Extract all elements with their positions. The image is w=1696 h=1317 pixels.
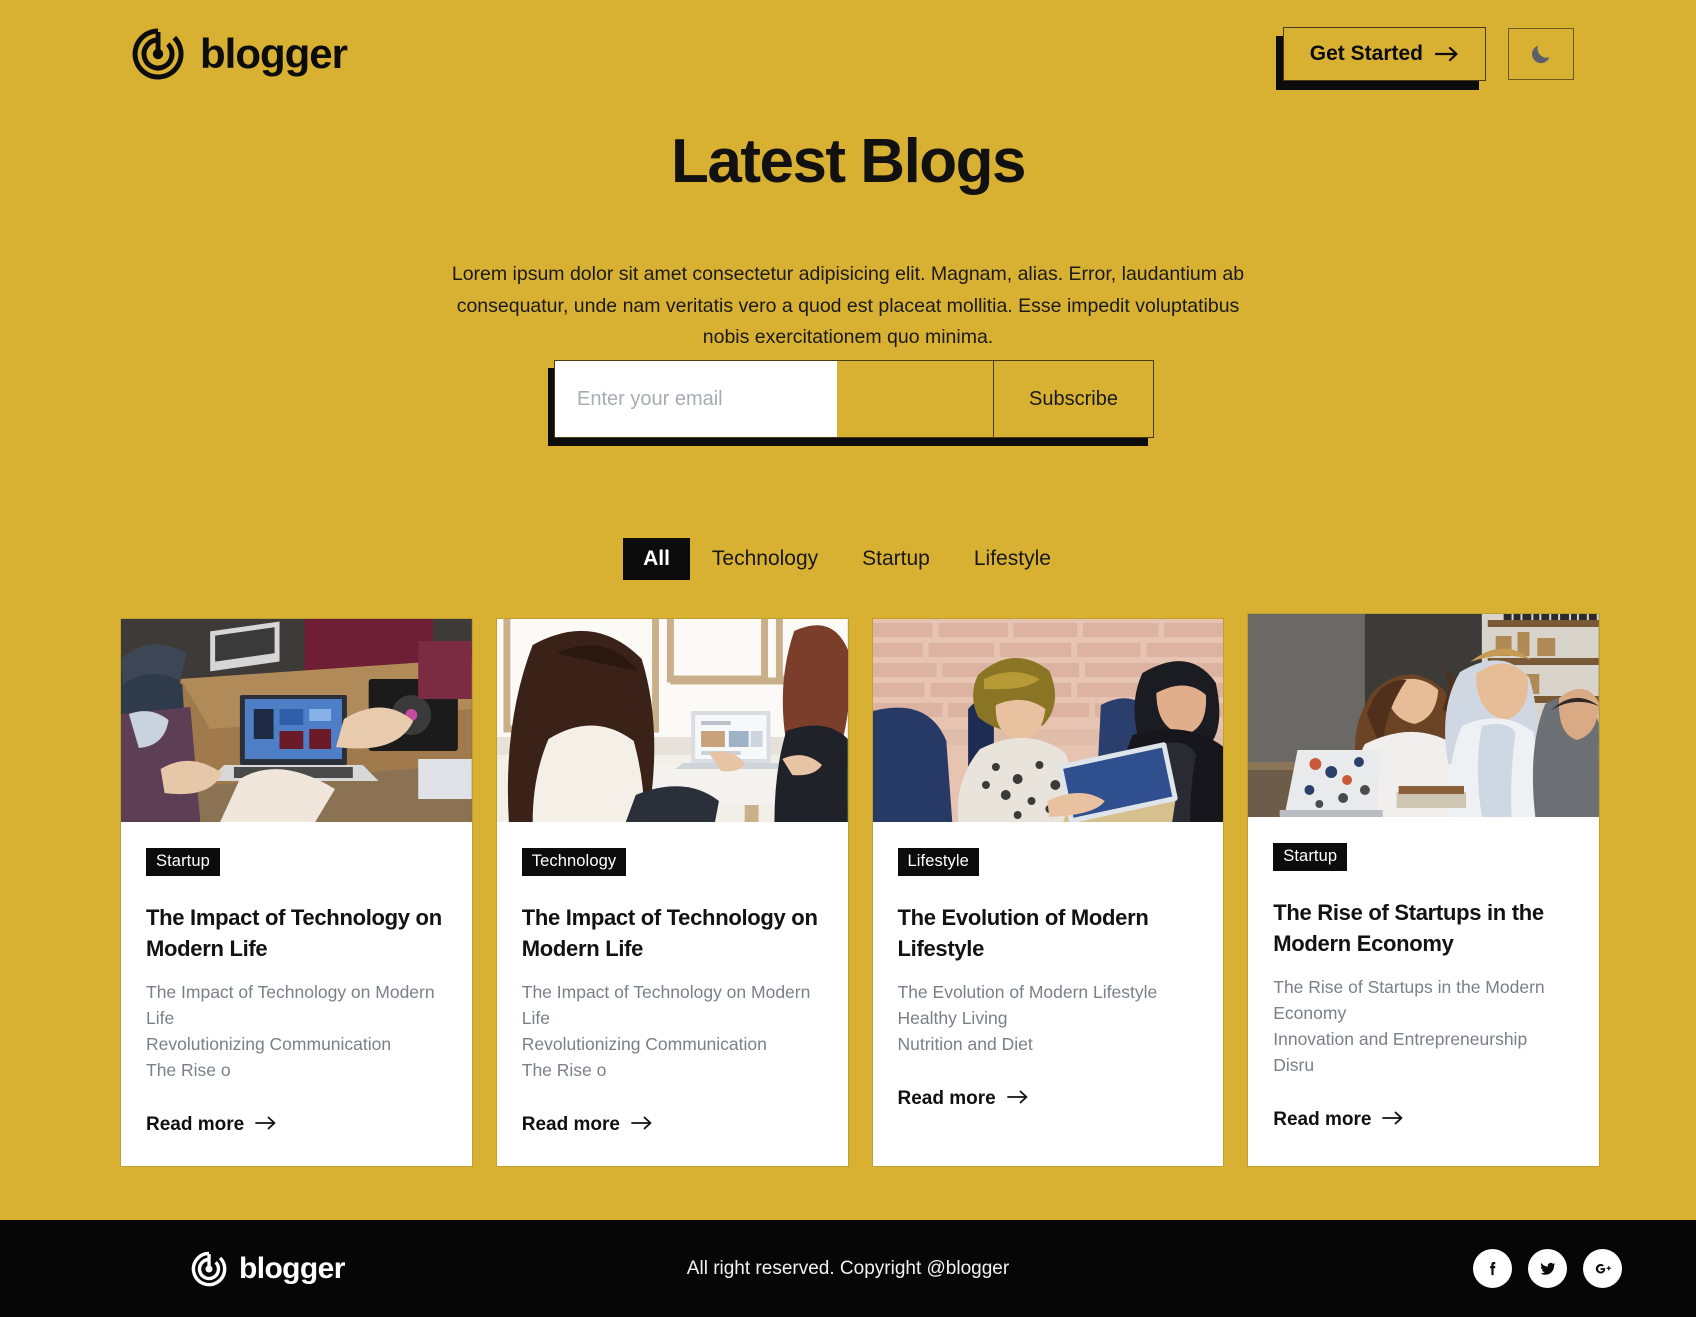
brand-name: blogger (200, 30, 348, 77)
arrow-right-icon (255, 1114, 277, 1136)
filter-tab-startup[interactable]: Startup (840, 538, 952, 580)
target-power-icon (190, 1250, 228, 1288)
card-image (872, 619, 1224, 822)
card-category-badge: Startup (146, 848, 220, 876)
filter-tab-technology[interactable]: Technology (690, 538, 840, 580)
card-category-badge: Lifestyle (897, 848, 979, 876)
footer-brand-logo[interactable]: blogger (190, 1250, 345, 1288)
moon-icon (1529, 42, 1553, 66)
read-more-link[interactable]: Read more (522, 1114, 823, 1136)
card-body: Lifestyle The Evolution of Modern Lifest… (873, 822, 1224, 1166)
subscribe-spacer (837, 361, 993, 437)
get-started-wrapper: Get Started (1275, 27, 1486, 90)
card-excerpt: The Evolution of Modern Lifestyle Health… (897, 982, 1158, 1055)
facebook-icon[interactable] (1473, 1249, 1512, 1288)
card-body: Technology The Impact of Technology on M… (497, 822, 848, 1166)
target-power-icon (130, 26, 186, 82)
site-header: blogger Get Started (0, 0, 1696, 108)
email-input[interactable] (555, 361, 837, 437)
card-body: Startup The Impact of Technology on Mode… (121, 822, 472, 1166)
arrow-right-icon (1435, 46, 1459, 62)
card-image (1248, 614, 1599, 817)
card-excerpt: The Impact of Technology on Modern Life … (146, 982, 435, 1081)
hero-section: Latest Blogs Lorem ipsum dolor sit amet … (0, 108, 1696, 354)
page-root: blogger Get Started Latest Blogs Lorem i… (0, 0, 1696, 1317)
card-title: The Rise of Startups in the Modern Econo… (1273, 900, 1544, 957)
page-title: Latest Blogs (670, 127, 1027, 196)
blog-card[interactable]: Technology The Impact of Technology on M… (495, 618, 849, 1168)
footer-brand-name: blogger (239, 1251, 345, 1285)
card-image (496, 619, 848, 822)
card-title: The Impact of Technology on Modern Life (521, 905, 818, 962)
card-title: The Impact of Technology on Modern Life (146, 905, 442, 962)
blog-card-grid: Startup The Impact of Technology on Mode… (120, 613, 1600, 1168)
arrow-right-icon (1382, 1109, 1404, 1131)
site-footer: blogger All right reserved. Copyright @b… (0, 1220, 1696, 1317)
subscribe-button[interactable]: Subscribe (993, 361, 1153, 437)
get-started-label: Get Started (1309, 42, 1423, 65)
category-filter-bar: All Technology Startup Lifestyle (0, 538, 1696, 580)
blog-card[interactable]: Startup The Rise of Startups in the Mode… (1247, 613, 1600, 1168)
filter-tab-all[interactable]: All (623, 538, 690, 580)
arrow-right-icon (631, 1114, 653, 1136)
card-excerpt: The Impact of Technology on Modern Life … (521, 982, 811, 1081)
google-plus-icon[interactable] (1583, 1249, 1622, 1288)
card-body: Startup The Rise of Startups in the Mode… (1248, 817, 1599, 1166)
subscribe-box: Subscribe (554, 360, 1154, 438)
blog-card[interactable]: Startup The Impact of Technology on Mode… (120, 618, 473, 1168)
card-category-badge: Technology (521, 848, 627, 876)
get-started-button[interactable]: Get Started (1282, 27, 1486, 81)
subscribe-form: Subscribe (548, 360, 1154, 446)
brand-logo[interactable]: blogger (130, 26, 348, 82)
filter-tab-lifestyle[interactable]: Lifestyle (952, 538, 1073, 580)
arrow-right-icon (1006, 1088, 1029, 1110)
read-more-link[interactable]: Read more (898, 1088, 1199, 1110)
twitter-icon[interactable] (1528, 1249, 1567, 1288)
theme-toggle-button[interactable] (1508, 28, 1574, 80)
blog-card[interactable]: Lifestyle The Evolution of Modern Lifest… (871, 618, 1225, 1168)
read-more-label: Read more (521, 1114, 620, 1136)
header-actions: Get Started (1275, 27, 1574, 90)
read-more-label: Read more (897, 1088, 996, 1110)
card-image (121, 619, 472, 822)
card-category-badge: Startup (1273, 843, 1348, 871)
read-more-link[interactable]: Read more (1273, 1109, 1574, 1131)
read-more-label: Read more (1273, 1109, 1372, 1131)
card-excerpt: The Rise of Startups in the Modern Econo… (1273, 977, 1545, 1076)
read-more-link[interactable]: Read more (146, 1114, 447, 1136)
read-more-label: Read more (146, 1114, 245, 1136)
hero-subtitle: Lorem ipsum dolor sit amet consectetur a… (451, 263, 1245, 349)
social-links (1473, 1249, 1622, 1288)
card-title: The Evolution of Modern Lifestyle (897, 905, 1149, 962)
